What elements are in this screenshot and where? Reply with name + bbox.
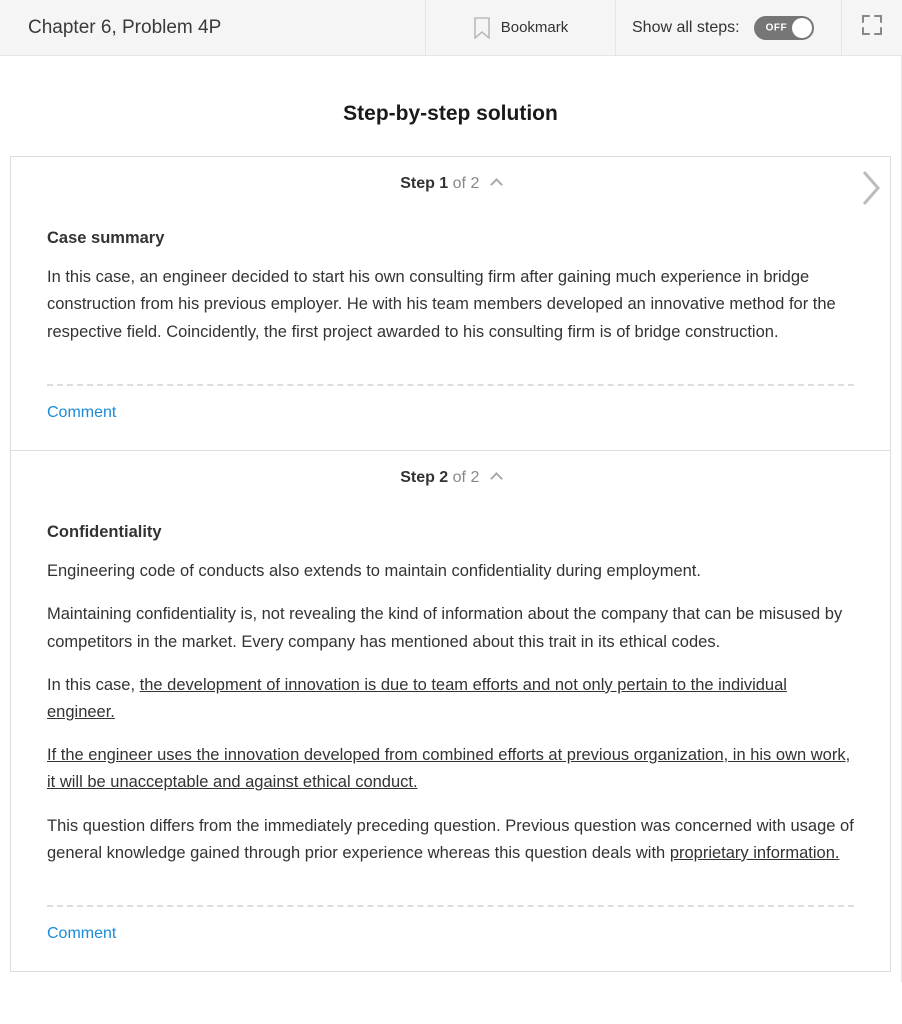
step-heading: Confidentiality bbox=[47, 519, 854, 546]
content-area: Step-by-step solution Step 1 of 2 Case s… bbox=[0, 56, 902, 982]
step-body-1: Case summary In this case, an engineer d… bbox=[11, 205, 890, 370]
step-paragraph: Engineering code of conducts also extend… bbox=[47, 558, 854, 585]
step-label-bold: Step 2 bbox=[400, 469, 448, 486]
comment-link[interactable]: Comment bbox=[11, 907, 890, 971]
show-steps-section: Show all steps: OFF bbox=[616, 0, 842, 55]
steps-toggle[interactable]: OFF bbox=[754, 16, 814, 40]
step-body-2: Confidentiality Engineering code of cond… bbox=[11, 499, 890, 891]
toggle-knob bbox=[792, 18, 812, 38]
step-label-muted: of 2 bbox=[448, 469, 479, 486]
step-header-2[interactable]: Step 2 of 2 bbox=[11, 451, 890, 499]
show-steps-label: Show all steps: bbox=[632, 19, 740, 37]
step-card-1: Step 1 of 2 Case summary In this case, a… bbox=[10, 156, 891, 451]
chevron-up-icon bbox=[490, 472, 503, 485]
expand-button[interactable] bbox=[842, 0, 902, 55]
page-title: Chapter 6, Problem 4P bbox=[0, 0, 426, 55]
toggle-state-label: OFF bbox=[766, 22, 788, 33]
step-paragraph: In this case, an engineer decided to sta… bbox=[47, 264, 854, 346]
next-button[interactable] bbox=[859, 168, 883, 213]
comment-link[interactable]: Comment bbox=[11, 386, 890, 450]
solution-title: Step-by-step solution bbox=[0, 56, 901, 156]
step-card-2: Step 2 of 2 Confidentiality Engineering … bbox=[10, 451, 891, 972]
expand-icon bbox=[861, 14, 883, 41]
chevron-right-icon bbox=[859, 195, 883, 212]
bookmark-label: Bookmark bbox=[501, 19, 569, 36]
bookmark-button[interactable]: Bookmark bbox=[426, 0, 616, 55]
step-heading: Case summary bbox=[47, 225, 854, 252]
topbar: Chapter 6, Problem 4P Bookmark Show all … bbox=[0, 0, 902, 56]
step-label-bold: Step 1 bbox=[400, 175, 448, 192]
step-label-muted: of 2 bbox=[448, 175, 479, 192]
bookmark-icon bbox=[473, 17, 491, 39]
step-paragraph: If the engineer uses the innovation deve… bbox=[47, 742, 854, 796]
chevron-up-icon bbox=[490, 178, 503, 191]
step-paragraph: Maintaining confidentiality is, not reve… bbox=[47, 601, 854, 655]
step-header-1[interactable]: Step 1 of 2 bbox=[11, 157, 890, 205]
step-paragraph: This question differs from the immediate… bbox=[47, 813, 854, 867]
step-paragraph: In this case, the development of innovat… bbox=[47, 672, 854, 726]
